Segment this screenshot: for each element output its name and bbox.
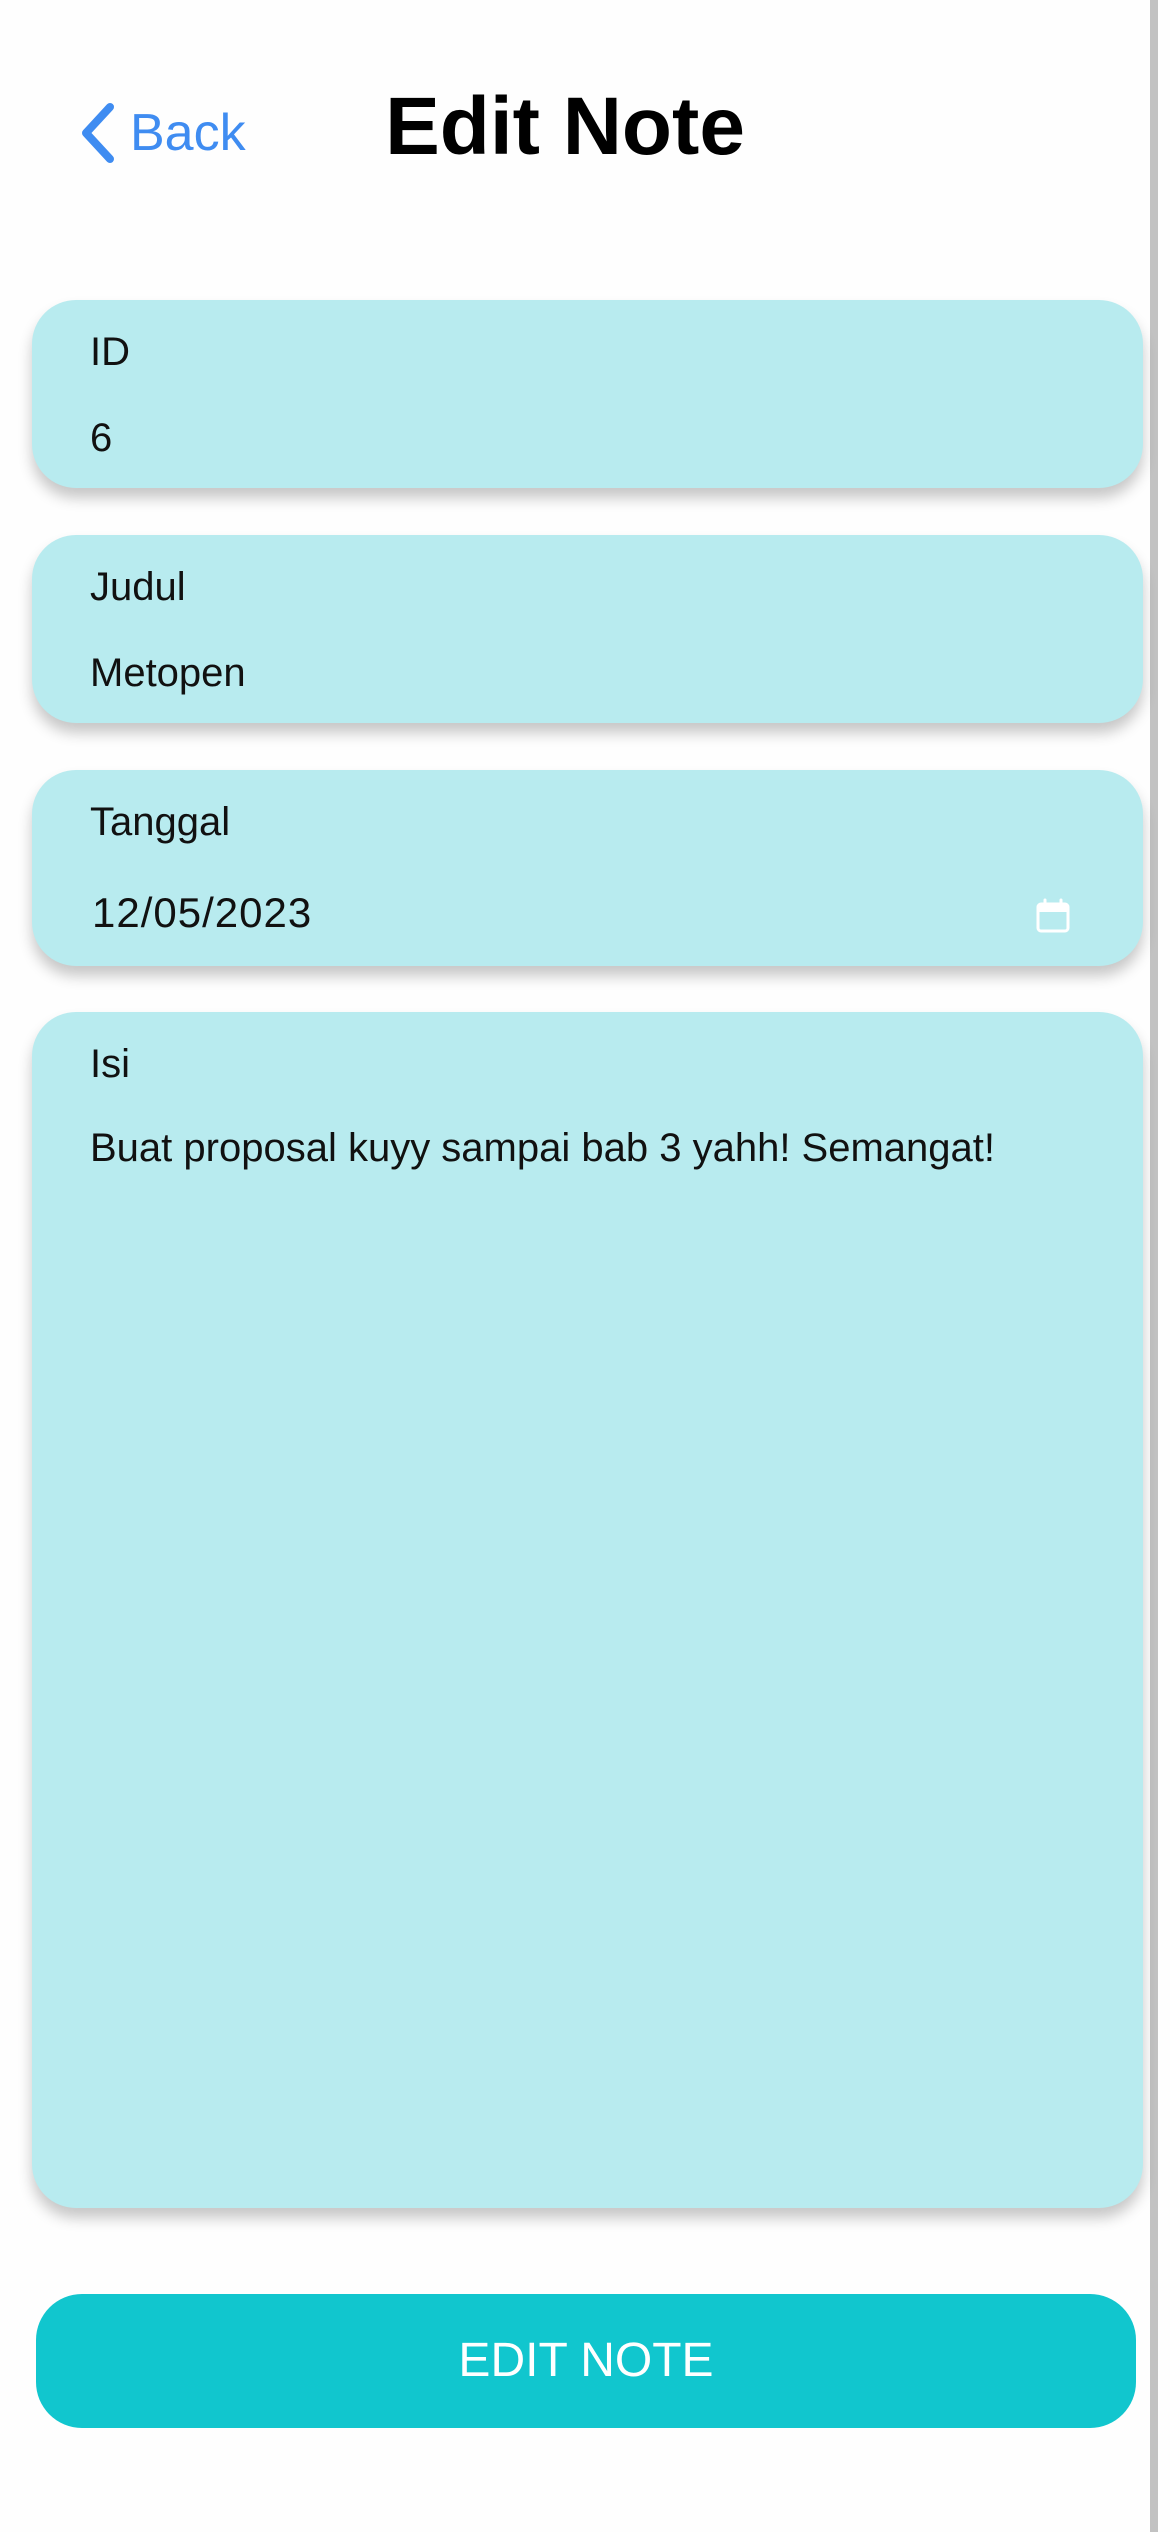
judul-field-card[interactable]: Judul Metopen — [32, 535, 1143, 723]
tanggal-field-label: Tanggal — [90, 800, 231, 844]
id-field-card: ID 6 — [32, 300, 1143, 488]
edit-note-button[interactable]: EDIT NOTE — [36, 2294, 1136, 2428]
page-title: Edit Note — [385, 81, 745, 172]
id-field-label: ID — [90, 330, 130, 374]
tanggal-field-card[interactable]: Tanggal 12/05/2023 — [32, 770, 1143, 966]
isi-field-card[interactable]: Isi Buat proposal kuyy sampai bab 3 yahh… — [32, 1012, 1143, 2208]
scrollbar[interactable] — [1150, 0, 1158, 2532]
judul-input[interactable]: Metopen — [90, 649, 1070, 697]
id-field-value: 6 — [90, 416, 113, 460]
isi-field-label: Isi — [90, 1042, 130, 1086]
isi-textarea[interactable]: Buat proposal kuyy sampai bab 3 yahh! Se… — [90, 1124, 1090, 1172]
judul-field-label: Judul — [90, 565, 186, 609]
header: Back Edit Note — [0, 0, 1150, 260]
calendar-icon[interactable] — [1035, 898, 1071, 934]
tanggal-date-input[interactable]: 12/05/2023 — [92, 888, 1072, 938]
